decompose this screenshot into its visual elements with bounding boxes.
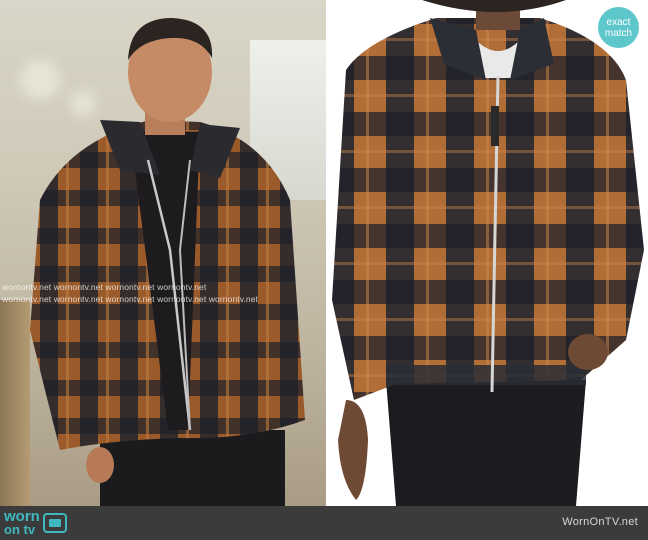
hair [422,0,566,12]
exact-match-badge: exact match [598,7,639,48]
watermark-row: wornontv.net wornontv.net wornontv.net w… [2,282,207,292]
hand [568,334,608,370]
footer-bar: worn on tv WornOnTV.net [0,506,648,540]
scene-photo: wornontv.net wornontv.net wornontv.net w… [0,0,326,506]
pants [386,380,586,506]
wornontv-logo[interactable]: worn on tv [4,509,67,537]
product-photo [326,0,648,506]
collage: wornontv.net wornontv.net wornontv.net w… [0,0,648,540]
logo-text: worn on tv [4,509,40,537]
hand [86,447,114,483]
badge-line: match [604,27,633,39]
pants [100,430,285,506]
zipper-pull [491,106,499,146]
site-name[interactable]: WornOnTV.net [562,516,638,528]
tv-icon [42,513,67,533]
waistband [386,365,586,385]
watermark-row: wornontv.net wornontv.net wornontv.net w… [2,294,259,304]
logo-word: on tv [4,522,36,537]
product-jacket-figure [332,0,644,506]
hand [338,400,368,500]
actor-figure [30,18,305,506]
badge-line: exact [606,16,631,28]
